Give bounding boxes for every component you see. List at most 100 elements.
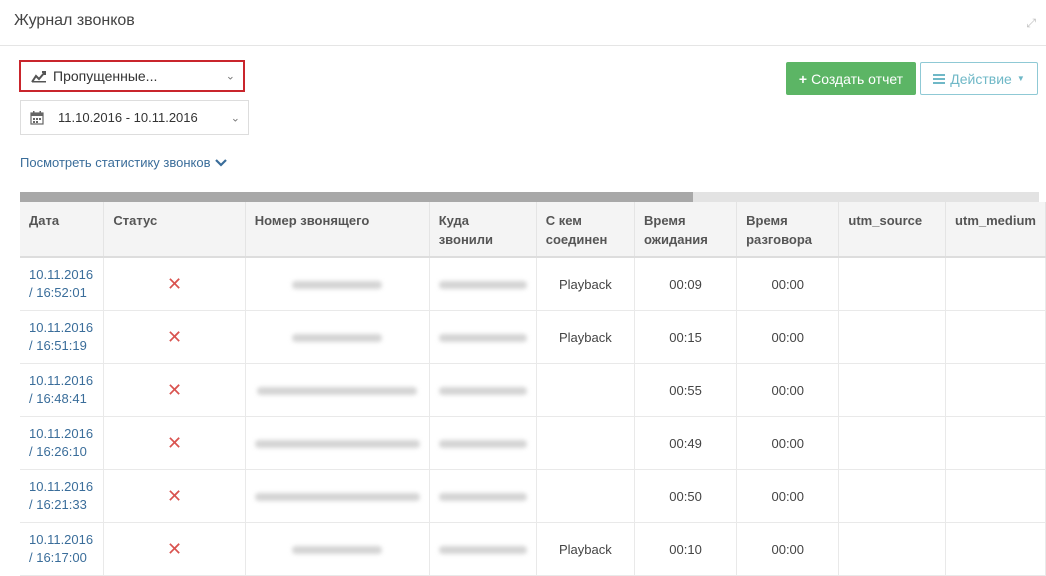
column-header[interactable]: Куда звонили bbox=[429, 202, 537, 258]
column-header[interactable]: utm_medium bbox=[945, 202, 1046, 258]
call-type-select[interactable]: Пропущенные... ⌄ bbox=[19, 60, 245, 92]
connected-to-cell bbox=[536, 416, 635, 470]
call-datetime-link[interactable]: 10.11.2016 / 16:21:33 bbox=[20, 469, 105, 523]
column-header[interactable]: С кем соединен bbox=[536, 202, 635, 258]
missed-call-icon: ✕ bbox=[167, 432, 183, 453]
plus-icon: + bbox=[798, 70, 808, 87]
called-number-cell bbox=[429, 363, 537, 417]
wait-time-cell: 00:09 bbox=[634, 257, 738, 311]
call-datetime-link[interactable]: 10.11.2016 / 16:52:01 bbox=[20, 257, 105, 311]
horizontal-scrollbar[interactable] bbox=[20, 192, 1039, 202]
call-datetime-link[interactable]: 10.11.2016 / 16:48:41 bbox=[20, 363, 105, 417]
utm-medium-cell bbox=[945, 522, 1046, 576]
call-datetime-link[interactable]: 10.11.2016 / 16:17:00 bbox=[20, 522, 105, 576]
horizontal-scrollbar-thumb[interactable] bbox=[20, 192, 693, 202]
call-time[interactable]: / 16:17:00 bbox=[29, 550, 87, 565]
status-cell: ✕ bbox=[103, 416, 246, 470]
call-date[interactable]: 10.11.2016 bbox=[29, 479, 93, 494]
utm-source-cell bbox=[838, 469, 947, 523]
redacted-called-number bbox=[438, 333, 527, 342]
utm-medium-cell bbox=[945, 363, 1046, 417]
caller-number-cell bbox=[245, 310, 430, 364]
table-row[interactable]: 10.11.2016 / 16:52:01 ✕ Playback 00:09 00:00 bbox=[20, 257, 1046, 311]
talk-time-cell: 00:00 bbox=[736, 257, 840, 311]
chevron-down-icon: ⌄ bbox=[225, 70, 235, 83]
page-title: Журнал звонков bbox=[14, 12, 135, 29]
status-cell: ✕ bbox=[103, 257, 246, 311]
table-row[interactable]: 10.11.2016 / 16:26:10 ✕ 00:49 00:00 bbox=[20, 416, 1046, 470]
call-time[interactable]: / 16:21:33 bbox=[29, 497, 87, 512]
utm-source-cell bbox=[838, 257, 947, 311]
table-row[interactable]: 10.11.2016 / 16:17:00 ✕ Playback 00:10 00:00 bbox=[20, 522, 1046, 576]
date-range-select[interactable]: 11.10.2016 - 10.11.2016 ⌄ bbox=[20, 100, 249, 135]
talk-time-cell: 00:00 bbox=[736, 363, 840, 417]
redacted-called-number bbox=[438, 386, 527, 395]
connected-to-cell: Playback bbox=[536, 257, 635, 311]
table-row[interactable]: 10.11.2016 / 16:48:41 ✕ 00:55 00:00 bbox=[20, 363, 1046, 417]
action-label: Действие bbox=[950, 70, 1012, 87]
wait-time-cell: 00:50 bbox=[634, 469, 738, 523]
column-header[interactable]: Номер звонящего bbox=[245, 202, 430, 258]
date-range-value: 11.10.2016 - 10.11.2016 bbox=[58, 110, 198, 125]
connected-to-cell bbox=[536, 363, 635, 417]
status-cell: ✕ bbox=[103, 310, 246, 364]
caller-number-cell bbox=[245, 363, 430, 417]
called-number-cell bbox=[429, 522, 537, 576]
talk-time-cell: 00:00 bbox=[736, 469, 840, 523]
table-row[interactable]: 10.11.2016 / 16:21:33 ✕ 00:50 00:00 bbox=[20, 469, 1046, 523]
column-header[interactable]: Время ожидания bbox=[634, 202, 738, 258]
calendar-icon bbox=[30, 110, 44, 125]
talk-time-cell: 00:00 bbox=[736, 416, 840, 470]
redacted-called-number bbox=[438, 439, 527, 448]
missed-call-icon: ✕ bbox=[167, 379, 183, 400]
call-time[interactable]: / 16:51:19 bbox=[29, 338, 87, 353]
status-cell: ✕ bbox=[103, 469, 246, 523]
utm-medium-cell bbox=[945, 257, 1046, 311]
utm-medium-cell bbox=[945, 310, 1046, 364]
column-header[interactable]: Время разговора bbox=[736, 202, 840, 258]
action-dropdown-button[interactable]: Действие ▼ bbox=[920, 62, 1038, 95]
missed-call-icon: ✕ bbox=[167, 326, 183, 347]
missed-call-icon: ✕ bbox=[167, 485, 183, 506]
call-date[interactable]: 10.11.2016 bbox=[29, 373, 93, 388]
called-number-cell bbox=[429, 257, 537, 311]
call-date[interactable]: 10.11.2016 bbox=[29, 267, 93, 282]
utm-source-cell bbox=[838, 310, 947, 364]
column-header[interactable]: utm_source bbox=[838, 202, 947, 258]
chevron-down-icon: ⌄ bbox=[230, 112, 240, 124]
call-stats-link[interactable]: Посмотреть статистику звонков bbox=[20, 155, 227, 170]
redacted-called-number bbox=[438, 492, 527, 501]
caller-number-cell bbox=[245, 416, 430, 470]
call-time[interactable]: / 16:26:10 bbox=[29, 444, 87, 459]
chart-icon bbox=[31, 69, 47, 83]
expand-icon[interactable]: ⤢ bbox=[1026, 16, 1036, 31]
column-header[interactable]: Статус bbox=[103, 202, 246, 258]
redacted-caller-number bbox=[292, 280, 383, 289]
utm-source-cell bbox=[838, 522, 947, 576]
call-stats-link-label: Посмотреть статистику звонков bbox=[20, 155, 211, 170]
redacted-called-number bbox=[438, 280, 527, 289]
called-number-cell bbox=[429, 469, 537, 523]
chevron-down-icon bbox=[214, 158, 227, 167]
utm-source-cell bbox=[838, 363, 947, 417]
call-log-table: Дата Статус Номер звонящего Куда звонили С к… bbox=[20, 202, 1046, 576]
caller-number-cell bbox=[245, 469, 430, 523]
call-datetime-link[interactable]: 10.11.2016 / 16:26:10 bbox=[20, 416, 105, 470]
create-report-button[interactable]: + Создать отчет bbox=[786, 62, 916, 95]
wait-time-cell: 00:10 bbox=[634, 522, 738, 576]
missed-call-icon: ✕ bbox=[167, 538, 183, 559]
call-time[interactable]: / 16:52:01 bbox=[29, 285, 87, 300]
call-time[interactable]: / 16:48:41 bbox=[29, 391, 87, 406]
call-date[interactable]: 10.11.2016 bbox=[29, 320, 93, 335]
call-date[interactable]: 10.11.2016 bbox=[29, 532, 93, 547]
talk-time-cell: 00:00 bbox=[736, 522, 840, 576]
table-row[interactable]: 10.11.2016 / 16:51:19 ✕ Playback 00:15 00:00 bbox=[20, 310, 1046, 364]
column-header[interactable]: Дата bbox=[20, 202, 105, 258]
missed-call-icon: ✕ bbox=[167, 273, 183, 294]
redacted-caller-number bbox=[254, 492, 420, 501]
call-datetime-link[interactable]: 10.11.2016 / 16:51:19 bbox=[20, 310, 105, 364]
wait-time-cell: 00:15 bbox=[634, 310, 738, 364]
table-header-row: Дата Статус Номер звонящего Куда звонили С к… bbox=[20, 202, 1046, 258]
redacted-caller-number bbox=[257, 386, 418, 395]
call-date[interactable]: 10.11.2016 bbox=[29, 426, 93, 441]
